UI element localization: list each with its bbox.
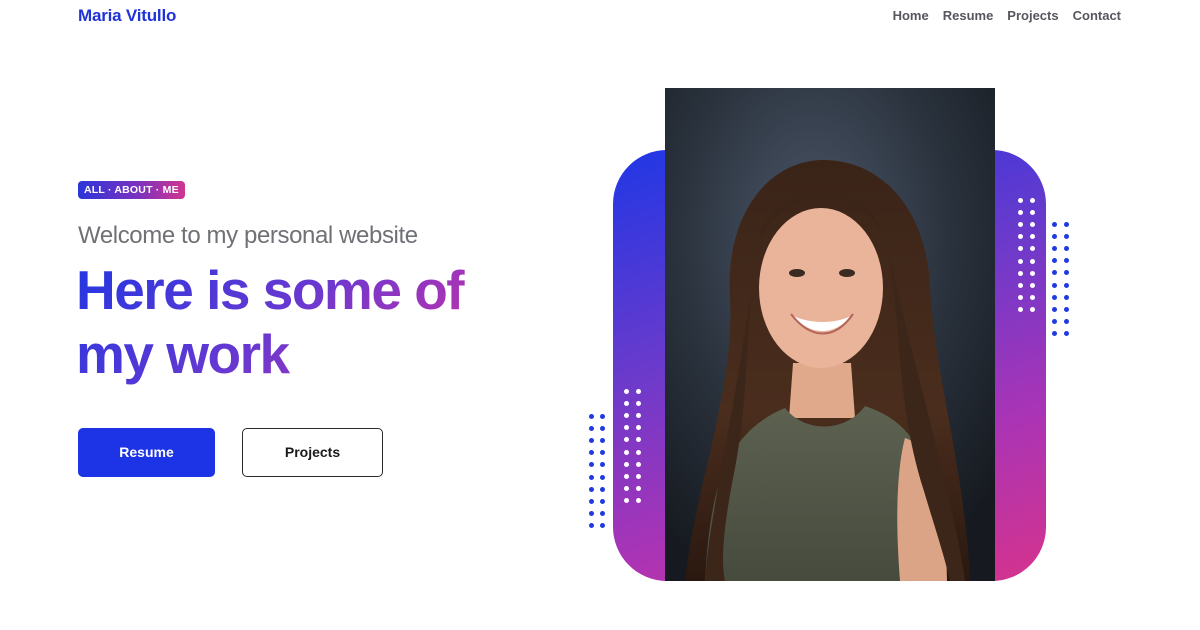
dot [1052, 318, 1057, 324]
dot [1064, 222, 1069, 227]
dot [600, 414, 605, 419]
dot [1052, 330, 1057, 336]
dot [1064, 270, 1069, 276]
dot [589, 474, 594, 480]
dot [1018, 306, 1023, 312]
dot [624, 473, 629, 479]
dot [600, 450, 605, 456]
dot [624, 461, 629, 467]
dot [1064, 282, 1069, 288]
dot [1052, 234, 1057, 240]
dot [589, 522, 594, 528]
dot [1064, 330, 1069, 336]
dot [600, 462, 605, 468]
dot [1018, 282, 1023, 288]
dot [636, 389, 641, 394]
dot [1052, 246, 1057, 252]
profile-photo [665, 88, 995, 581]
portrait-illustration [665, 88, 995, 581]
dot [1052, 306, 1057, 312]
dot [1052, 270, 1057, 276]
dot [1064, 294, 1069, 300]
dot [1064, 258, 1069, 264]
main-nav: Home Resume Projects Contact [893, 8, 1121, 23]
dot [1052, 282, 1057, 288]
site-brand[interactable]: Maria Vitullo [78, 6, 176, 26]
dot [636, 497, 641, 503]
resume-button[interactable]: Resume [78, 428, 215, 477]
about-badge: ALL · ABOUT · ME [78, 181, 185, 199]
nav-home[interactable]: Home [893, 8, 929, 23]
dot [624, 449, 629, 455]
dot [600, 510, 605, 516]
dot [636, 449, 641, 455]
dot [1052, 222, 1057, 227]
nav-projects[interactable]: Projects [1007, 8, 1058, 23]
dot [600, 486, 605, 492]
dot [1030, 270, 1035, 276]
dot [1064, 318, 1069, 324]
dot [1064, 306, 1069, 312]
dot [589, 486, 594, 492]
nav-contact[interactable]: Contact [1073, 8, 1121, 23]
dot [589, 414, 594, 419]
dot [600, 522, 605, 528]
dot [589, 438, 594, 444]
dot [1030, 282, 1035, 288]
dot [600, 426, 605, 432]
headline-line-1: Here is some of [76, 259, 464, 321]
dot [1052, 258, 1057, 264]
dot [1018, 270, 1023, 276]
dot [1064, 246, 1069, 252]
headline-line-2: my work [76, 323, 289, 385]
dot [1064, 234, 1069, 240]
dot [589, 450, 594, 456]
dot [600, 474, 605, 480]
dot [1030, 294, 1035, 300]
hero-headline: Here is some of my work [76, 258, 546, 386]
dot [624, 497, 629, 503]
dot [589, 498, 594, 504]
dot [636, 473, 641, 479]
projects-button[interactable]: Projects [242, 428, 383, 477]
dot [600, 498, 605, 504]
dot [1018, 258, 1023, 264]
dot [1018, 198, 1023, 203]
nav-resume[interactable]: Resume [943, 8, 994, 23]
welcome-text: Welcome to my personal website [78, 222, 418, 249]
dot [1030, 258, 1035, 264]
dot [636, 461, 641, 467]
dot [624, 485, 629, 491]
dot [636, 485, 641, 491]
dot [1030, 198, 1035, 203]
dot [1030, 306, 1035, 312]
dot [1018, 294, 1023, 300]
dot [589, 462, 594, 468]
dot [624, 389, 629, 394]
dot [600, 438, 605, 444]
dot [589, 426, 594, 432]
dot [589, 510, 594, 516]
dot [1052, 294, 1057, 300]
